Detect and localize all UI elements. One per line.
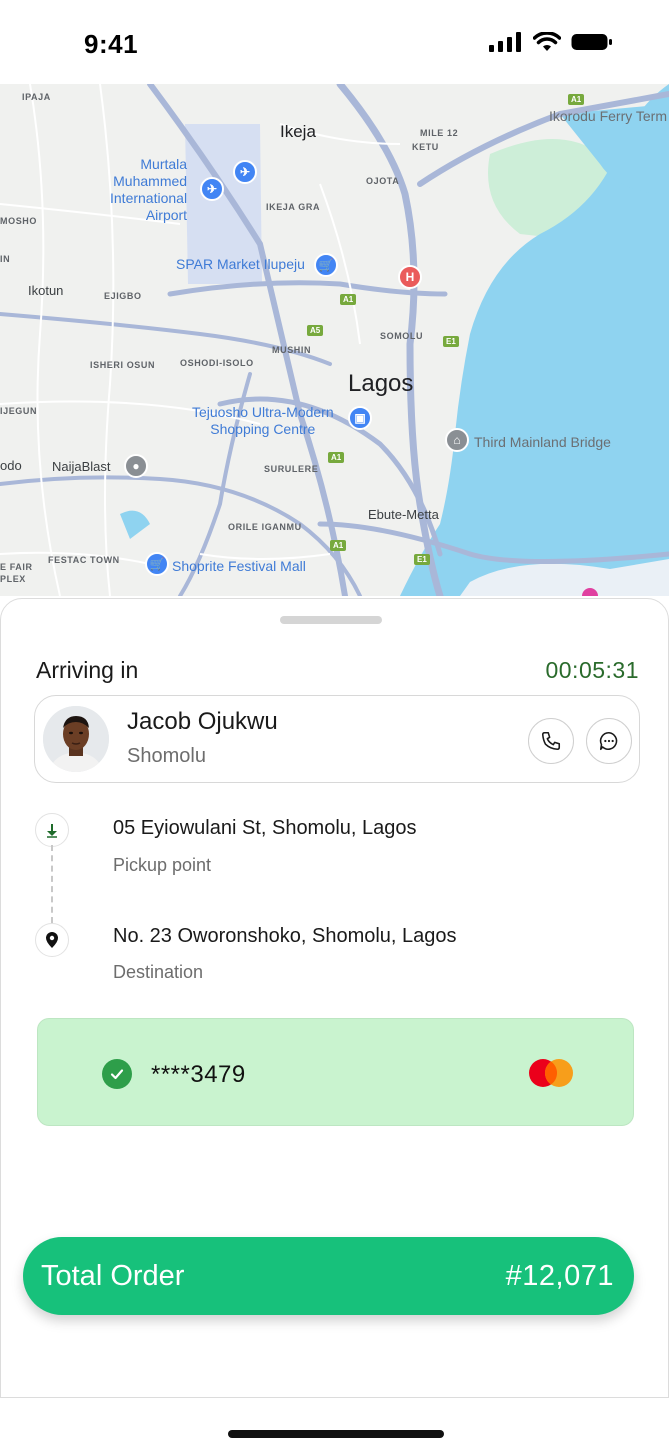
map-label-orile-iganmu: ORILE IGANMU [228, 522, 302, 532]
map-label-spar-market: SPAR Market Ilupeju [176, 256, 305, 272]
map-label-shoprite: Shoprite Festival Mall [172, 558, 306, 574]
battery-icon [571, 34, 612, 50]
home-indicator[interactable] [228, 1430, 444, 1438]
map-label-ikeja: Ikeja [280, 122, 316, 141]
map-label-surulere: SURULERE [264, 464, 319, 474]
map-label-somolu: SOMOLU [380, 331, 424, 341]
driver-photo [43, 706, 109, 772]
location-pin-icon [46, 932, 58, 948]
driver-avatar [43, 706, 109, 772]
map-label-naijablast: NaijaBlast [52, 459, 111, 474]
map-label-ejigbo: EJIGBO [104, 291, 142, 301]
route-connector [51, 845, 53, 923]
highway-shield-a1-3: A1 [328, 452, 345, 463]
wifi-icon [533, 32, 561, 51]
map-label-mile12: MILE 12 [420, 128, 459, 138]
airport-pin-icon[interactable]: ✈ [200, 177, 224, 201]
map-label-odo: odo [0, 458, 22, 473]
map-label-ojota: OJOTA [366, 176, 400, 186]
arrival-countdown: 00:05:31 [545, 657, 639, 683]
highway-shield-a1-2: A1 [340, 294, 357, 305]
map-view[interactable]: IPAJA Ikeja MILE 12 KETU Ikorodu Ferry T… [0, 84, 669, 596]
map-label-mushin: MUSHIN [272, 345, 312, 355]
map-label-tejuosho: Tejuosho Ultra-Modern Shopping Centre [192, 404, 334, 437]
pickup-label: Pickup point [113, 855, 212, 875]
map-label-oshodi-isolo: OSHODI-ISOLO [180, 358, 254, 368]
call-driver-button[interactable] [528, 718, 574, 764]
map-label-ketu: KETU [412, 142, 439, 152]
map-label-ipaja: IPAJA [22, 92, 51, 102]
mastercard-icon [529, 1059, 573, 1087]
cellular-signal-icon [489, 32, 521, 52]
destination-label: Destination [113, 962, 204, 982]
shopping-cart-pin-icon-2[interactable]: 🛒 [145, 552, 169, 576]
map-label-ikotun: Ikotun [28, 283, 64, 298]
map-label-lagos: Lagos [348, 370, 414, 397]
map-base [0, 84, 669, 596]
total-order-button[interactable]: Total Order #12,071 [23, 1237, 634, 1315]
status-time: 9:41 [84, 29, 139, 59]
map-label-ikeja-gra: IKEJA GRA [266, 202, 321, 212]
destination-marker [35, 923, 69, 957]
map-label-in: IN [0, 254, 11, 264]
map-label-ebute-metta: Ebute-Metta [368, 507, 439, 522]
map-label-murtala-airport: Murtala Muhammed International Airport [110, 156, 188, 223]
trip-details-sheet: Arriving in 00:05:31 Jacob Ojukwu Shomol… [0, 598, 669, 1398]
map-label-festac-town: FESTAC TOWN [48, 555, 120, 565]
shopping-cart-pin-icon[interactable]: 🛒 [314, 253, 338, 277]
map-label-third-mainland: Third Mainland Bridge [474, 434, 611, 450]
pickup-marker [35, 813, 69, 847]
place-pin-icon[interactable]: ● [124, 454, 148, 478]
pickup-address: 05 Eyiowulani St, Shomolu, Lagos [113, 817, 417, 839]
chat-bubble-icon [599, 731, 618, 751]
map-label-mosho: MOSHO [0, 216, 38, 226]
shopping-bag-pin-icon[interactable]: ▣ [348, 406, 372, 430]
card-number: ****3479 [151, 1061, 246, 1088]
driver-location: Shomolu [127, 745, 206, 767]
total-order-label: Total Order [41, 1259, 185, 1292]
phone-icon [541, 731, 561, 751]
status-bar: 9:41 [0, 0, 669, 86]
message-driver-button[interactable] [586, 718, 632, 764]
arriving-label: Arriving in [36, 657, 139, 683]
sheet-drag-handle[interactable] [280, 616, 382, 624]
bridge-pin-icon[interactable]: ⌂ [445, 428, 469, 452]
map-label-ikorodu-ferry: Ikorodu Ferry Term [549, 108, 667, 124]
driver-name: Jacob Ojukwu [127, 708, 278, 735]
highway-shield-e1-2: E1 [414, 554, 430, 565]
driver-card[interactable]: Jacob Ojukwu Shomolu [34, 695, 640, 783]
status-icons [489, 32, 613, 52]
highway-shield-a5: A5 [307, 325, 324, 336]
map-label-fair: E FAIR [0, 562, 33, 572]
airport-pin-icon-2[interactable]: ✈ [233, 160, 257, 184]
check-circle-icon [102, 1059, 132, 1089]
highway-shield-e1: E1 [443, 336, 459, 347]
map-label-plex: PLEX [0, 574, 26, 584]
map-label-ijegun: IJEGUN [0, 406, 38, 416]
total-order-amount: #12,071 [505, 1259, 614, 1292]
payment-method-card[interactable]: ****3479 [37, 1018, 634, 1126]
arrow-down-icon [47, 824, 57, 838]
highway-shield-a1: A1 [568, 94, 585, 105]
destination-address: No. 23 Oworonshoko, Shomolu, Lagos [113, 925, 457, 947]
highway-shield-a1-4: A1 [330, 540, 347, 551]
hospital-pin-icon[interactable]: H [398, 265, 422, 289]
map-label-isheri-osun: ISHERI OSUN [90, 360, 156, 370]
